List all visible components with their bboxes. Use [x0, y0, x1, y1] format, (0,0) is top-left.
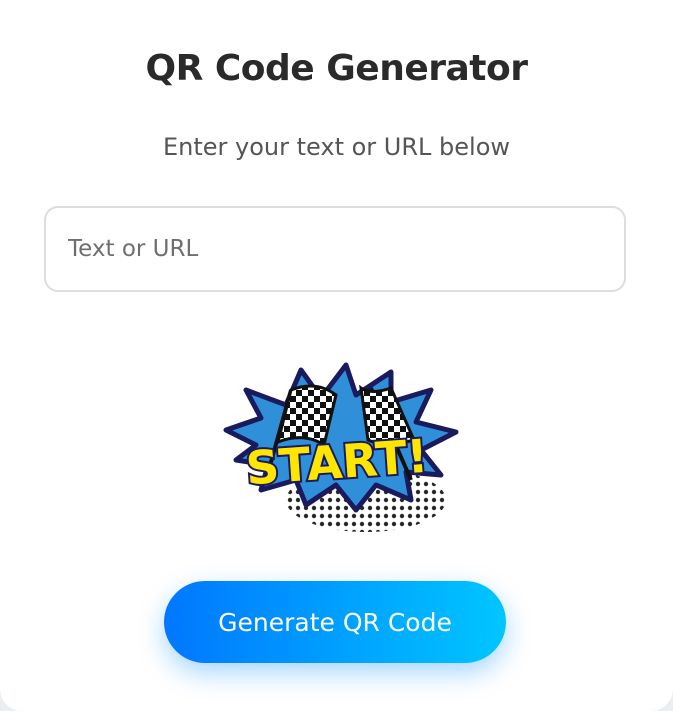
page-title: QR Code Generator [145, 48, 528, 89]
generate-qr-button[interactable]: Generate QR Code [164, 581, 506, 663]
page-subtitle: Enter your text or URL below [162, 133, 511, 161]
start-flags-image: START! [223, 362, 459, 532]
qr-generator-card: QR Code Generator Enter your text or URL… [0, 0, 673, 711]
text-or-url-input[interactable] [44, 206, 626, 292]
